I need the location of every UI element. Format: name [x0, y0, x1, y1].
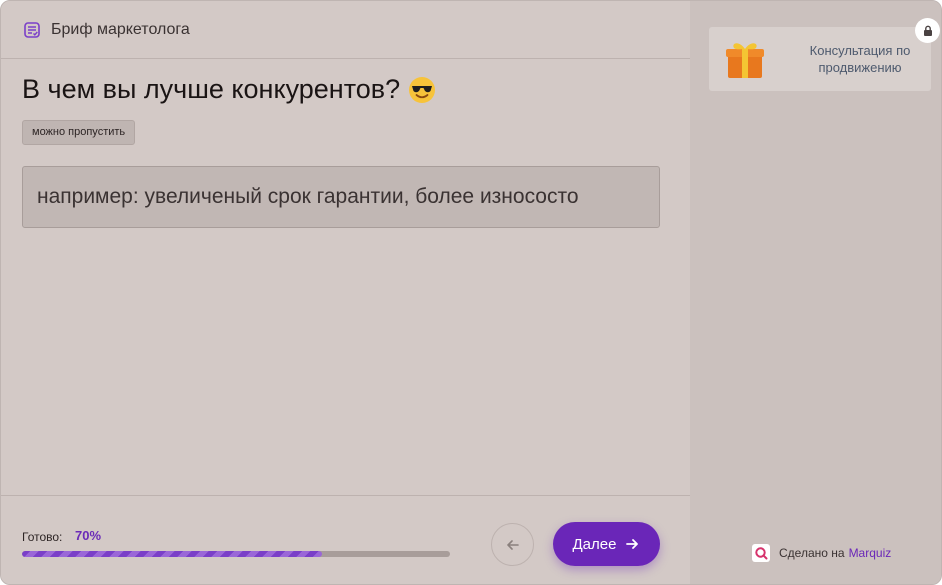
bonus-sidebar: Консультация по продвижению Сделано на M… [690, 1, 941, 584]
marquiz-link[interactable]: Marquiz [849, 546, 892, 560]
progress-label: Готово: [22, 530, 63, 544]
marquiz-logo-icon [752, 544, 770, 562]
bonus-card: Консультация по продвижению [709, 27, 931, 91]
brief-list-icon [24, 21, 40, 38]
arrow-right-icon [626, 539, 639, 549]
question-text: В чем вы лучше конкурентов? [22, 74, 401, 104]
back-button[interactable] [491, 523, 534, 566]
progress-bar-fill [22, 551, 322, 557]
next-button-label: Далее [572, 535, 617, 553]
gift-icon [726, 43, 764, 78]
question-heading: В чем вы лучше конкурентов? [22, 74, 436, 105]
bonus-text: Консультация по продвижению [809, 43, 911, 75]
arrow-left-icon [506, 539, 519, 550]
quiz-title: Бриф маркетолога [51, 20, 190, 38]
quiz-window: Бриф маркетолога В чем вы лучше конкурен… [0, 0, 942, 585]
smiling-face-with-sunglasses-icon [409, 76, 436, 103]
quiz-header: Бриф маркетолога [1, 1, 690, 59]
answer-input[interactable] [22, 166, 660, 228]
progress-bar [22, 551, 450, 557]
made-with-marquiz[interactable]: Сделано на Marquiz [752, 544, 891, 562]
made-with-prefix: Сделано на [779, 546, 845, 560]
lock-icon [915, 18, 940, 43]
progress-value: 70% [75, 528, 102, 543]
skip-badge: можно пропустить [22, 120, 136, 145]
quiz-footer: Готово: 70% Далее [1, 495, 690, 584]
next-button[interactable]: Далее [553, 522, 660, 566]
quiz-main-panel: Бриф маркетолога В чем вы лучше конкурен… [1, 1, 690, 584]
